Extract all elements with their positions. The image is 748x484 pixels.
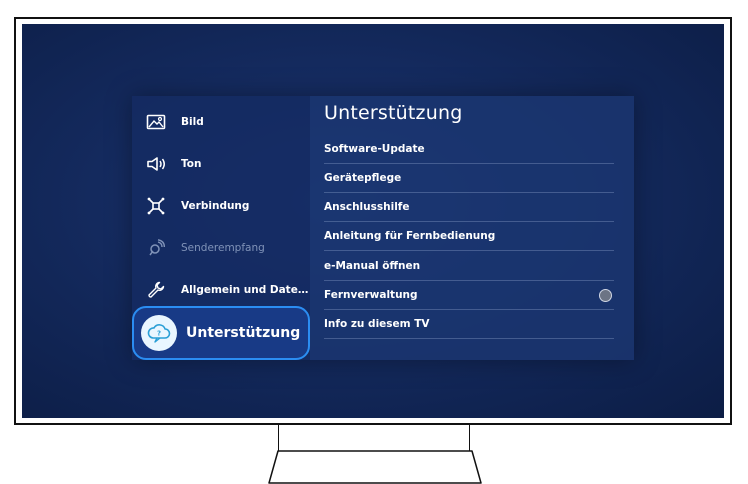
option-anleitung-fernbedienung[interactable]: Anleitung für Fernbedienung	[324, 222, 614, 251]
nav-item-label: Unterstützung	[186, 325, 301, 341]
nav-item-unterstuetzung[interactable]: ? Unterstützung	[132, 306, 310, 360]
option-label: Software-Update	[324, 143, 425, 155]
option-label: Fernverwaltung	[324, 289, 418, 301]
option-geraetepflege[interactable]: Gerätepflege	[324, 164, 614, 193]
network-icon	[145, 195, 167, 217]
wrench-icon	[145, 279, 167, 301]
option-label: Info zu diesem TV	[324, 318, 430, 330]
option-label: Anschlusshilfe	[324, 201, 410, 213]
nav-item-label: Ton	[181, 158, 202, 170]
option-software-update[interactable]: Software-Update	[324, 135, 614, 164]
fernverwaltung-toggle[interactable]	[599, 289, 612, 302]
nav-item-bild[interactable]: Bild	[132, 102, 310, 142]
option-fernverwaltung[interactable]: Fernverwaltung	[324, 281, 614, 310]
nav-item-label: Verbindung	[181, 200, 250, 212]
option-anschlusshilfe[interactable]: Anschlusshilfe	[324, 193, 614, 222]
nav-item-allgemein[interactable]: Allgemein und Date…	[132, 270, 310, 310]
settings-nav: Bild Ton Verbindung Senderempfang Allgem…	[132, 96, 310, 360]
support-panel: Unterstützung Software-Update Gerätepfle…	[310, 96, 634, 360]
section-title: Unterstützung	[324, 102, 463, 124]
svg-text:?: ?	[157, 330, 161, 338]
option-label: e-Manual öffnen	[324, 260, 421, 272]
nav-item-label: Allgemein und Date…	[181, 284, 309, 296]
tv-screen: Bild Ton Verbindung Senderempfang Allgem…	[22, 24, 724, 418]
speaker-icon	[145, 153, 167, 175]
nav-item-verbindung[interactable]: Verbindung	[132, 186, 310, 226]
broadcast-icon	[145, 237, 167, 259]
nav-item-label: Senderempfang	[181, 242, 265, 254]
cloud-support-icon: ?	[141, 315, 177, 351]
nav-item-label: Bild	[181, 116, 204, 128]
settings-menu: Bild Ton Verbindung Senderempfang Allgem…	[132, 96, 634, 360]
picture-icon	[145, 111, 167, 133]
option-e-manual[interactable]: e-Manual öffnen	[324, 252, 614, 281]
nav-item-senderempfang: Senderempfang	[132, 228, 310, 268]
nav-item-ton[interactable]: Ton	[132, 144, 310, 184]
option-label: Gerätepflege	[324, 172, 402, 184]
tv-stand-base	[268, 450, 482, 484]
tv-frame: Bild Ton Verbindung Senderempfang Allgem…	[14, 17, 732, 425]
option-label: Anleitung für Fernbedienung	[324, 230, 496, 242]
option-info-tv[interactable]: Info zu diesem TV	[324, 310, 614, 339]
tv-stand-neck	[278, 425, 470, 452]
